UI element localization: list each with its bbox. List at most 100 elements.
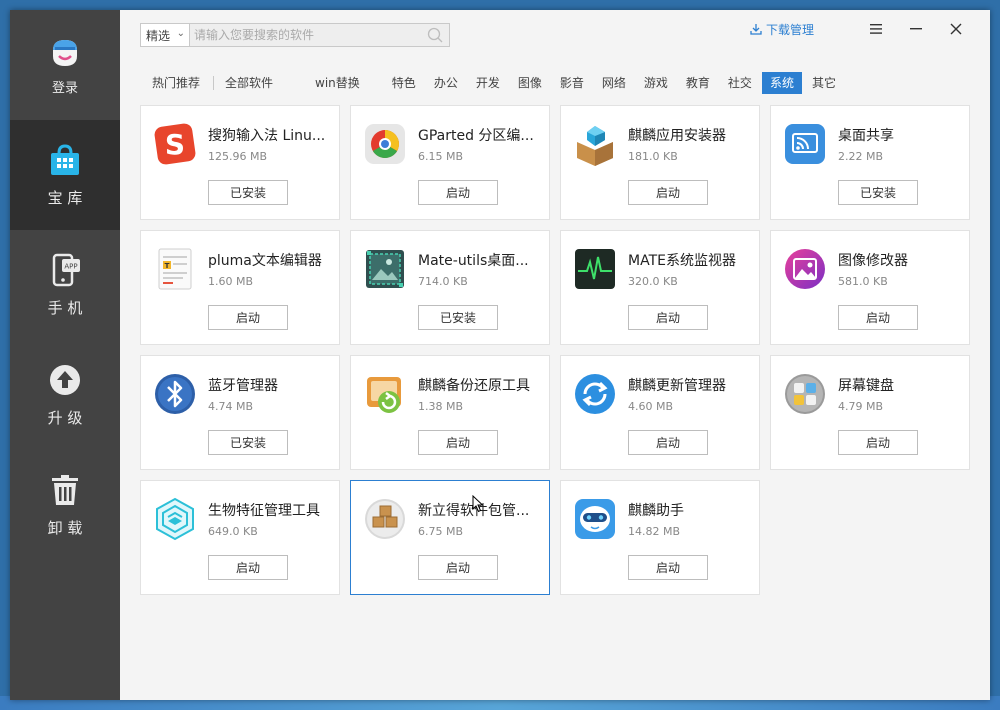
app-card[interactable]: 新立得软件包管... 6.75 MB 启动	[350, 480, 550, 595]
biometric-icon	[153, 497, 197, 541]
tab-all[interactable]: 全部软件	[217, 72, 281, 94]
app-name: 图像修改器	[838, 253, 908, 269]
app-action-button[interactable]: 已安装	[208, 180, 288, 205]
filter-select[interactable]: 精选 ⌄	[140, 23, 190, 47]
search-icon[interactable]	[427, 27, 443, 47]
app-action-button[interactable]: 启动	[208, 555, 288, 580]
sidebar-item-label: 登录	[51, 80, 78, 96]
app-name: 桌面共享	[838, 128, 894, 144]
app-action-button[interactable]: 启动	[838, 430, 918, 455]
menu-button[interactable]	[856, 18, 896, 40]
tab-win-replace[interactable]: win替换	[307, 72, 368, 94]
app-size: 1.60 MB	[208, 275, 254, 288]
close-button[interactable]	[936, 18, 976, 40]
tab-games[interactable]: 游戏	[636, 72, 676, 94]
app-name: 屏幕键盘	[838, 378, 894, 394]
sidebar: 登录 宝 库 APP 手 机 升 级 卸 载	[10, 10, 120, 700]
kylin-assistant-icon	[573, 497, 617, 541]
image-editor-icon	[783, 247, 827, 291]
app-card[interactable]: 图像修改器 581.0 KB 启动	[770, 230, 970, 345]
download-icon	[750, 24, 762, 35]
app-size: 181.0 KB	[628, 150, 678, 163]
app-name: 蓝牙管理器	[208, 378, 278, 394]
app-card[interactable]: 麒麟备份还原工具 1.38 MB 启动	[350, 355, 550, 470]
tab-system[interactable]: 系统	[761, 72, 802, 94]
tab-dev[interactable]: 开发	[468, 72, 508, 94]
app-action-button[interactable]: 启动	[628, 180, 708, 205]
app-card[interactable]: GParted 分区编... 6.15 MB 启动	[350, 105, 550, 220]
svg-text:S: S	[165, 128, 185, 161]
onscreen-keyboard-icon	[783, 372, 827, 416]
app-name: 麒麟更新管理器	[628, 378, 726, 394]
sidebar-item-store[interactable]: 宝 库	[10, 120, 120, 230]
sidebar-item-label: 手 机	[47, 298, 83, 317]
tab-media[interactable]: 影音	[552, 72, 592, 94]
upgrade-arrow-icon	[48, 363, 82, 397]
app-card[interactable]: Mate-utils桌面... 714.0 KB 已安装	[350, 230, 550, 345]
sidebar-item-login[interactable]: 登录	[10, 10, 120, 120]
app-card[interactable]: S 搜狗输入法 Linu... 125.96 MB 已安装	[140, 105, 340, 220]
package-box-icon	[573, 122, 617, 166]
app-action-button[interactable]: 启动	[418, 430, 498, 455]
filter-select-value: 精选	[146, 28, 171, 43]
app-size: 4.60 MB	[628, 400, 674, 413]
system-monitor-icon	[573, 247, 617, 291]
app-card[interactable]: T pluma文本编辑器 1.60 MB 启动	[140, 230, 340, 345]
backup-restore-icon	[363, 372, 407, 416]
app-action-button[interactable]: 启动	[628, 430, 708, 455]
svg-text:T: T	[165, 262, 170, 270]
tab-education[interactable]: 教育	[678, 72, 718, 94]
app-action-button[interactable]: 已安装	[838, 180, 918, 205]
download-manager-label: 下载管理	[765, 22, 814, 37]
tab-network[interactable]: 网络	[594, 72, 634, 94]
tab-other[interactable]: 其它	[804, 72, 844, 94]
screenshot-icon	[363, 247, 407, 291]
tab-featured[interactable]: 特色	[384, 72, 424, 94]
tab-hot[interactable]: 热门推荐	[144, 72, 208, 94]
tab-image[interactable]: 图像	[510, 72, 550, 94]
app-name: Mate-utils桌面...	[418, 253, 529, 269]
app-action-button[interactable]: 启动	[628, 305, 708, 330]
app-card[interactable]: 麒麟更新管理器 4.60 MB 启动	[560, 355, 760, 470]
shopping-bag-icon	[48, 143, 82, 177]
minimize-button[interactable]	[896, 18, 936, 40]
user-avatar-icon	[48, 35, 82, 69]
app-action-button[interactable]: 启动	[418, 180, 498, 205]
app-size: 1.38 MB	[418, 400, 464, 413]
bluetooth-icon	[153, 372, 197, 416]
app-action-button[interactable]: 已安装	[418, 305, 498, 330]
gparted-icon	[363, 122, 407, 166]
app-size: 14.82 MB	[628, 525, 681, 538]
sidebar-item-upgrade[interactable]: 升 级	[10, 340, 120, 450]
app-card[interactable]: 麒麟应用安装器 181.0 KB 启动	[560, 105, 760, 220]
sidebar-item-phone[interactable]: APP 手 机	[10, 230, 120, 340]
app-action-button[interactable]: 启动	[838, 305, 918, 330]
search-input[interactable]	[190, 24, 449, 46]
sidebar-item-uninstall[interactable]: 卸 载	[10, 450, 120, 560]
app-card[interactable]: 屏幕键盘 4.79 MB 启动	[770, 355, 970, 470]
close-icon	[950, 23, 962, 35]
tab-social[interactable]: 社交	[720, 72, 760, 94]
sidebar-item-label: 宝 库	[47, 188, 83, 207]
app-card[interactable]: MATE系统监视器 320.0 KB 启动	[560, 230, 760, 345]
app-card[interactable]: 桌面共享 2.22 MB 已安装	[770, 105, 970, 220]
app-card[interactable]: 生物特征管理工具 649.0 KB 启动	[140, 480, 340, 595]
update-manager-icon	[573, 372, 617, 416]
app-action-button[interactable]: 已安装	[208, 430, 288, 455]
tab-office[interactable]: 办公	[426, 72, 466, 94]
app-action-button[interactable]: 启动	[418, 555, 498, 580]
app-name: GParted 分区编...	[418, 128, 534, 144]
desktop-share-icon	[783, 122, 827, 166]
download-manager-button[interactable]: 下载管理	[750, 21, 814, 38]
app-card[interactable]: 麒麟助手 14.82 MB 启动	[560, 480, 760, 595]
app-size: 125.96 MB	[208, 150, 268, 163]
app-action-button[interactable]: 启动	[208, 305, 288, 330]
app-size: 6.75 MB	[418, 525, 464, 538]
app-size: 714.0 KB	[418, 275, 468, 288]
app-name: 生物特征管理工具	[208, 503, 320, 519]
app-card[interactable]: 蓝牙管理器 4.74 MB 已安装	[140, 355, 340, 470]
app-grid: S 搜狗输入法 Linu... 125.96 MB 已安装 GParted 分区…	[140, 105, 970, 595]
app-action-button[interactable]: 启动	[628, 555, 708, 580]
main-panel: 精选 ⌄ 下载管理	[120, 10, 990, 700]
sidebar-item-label: 卸 载	[47, 518, 83, 537]
